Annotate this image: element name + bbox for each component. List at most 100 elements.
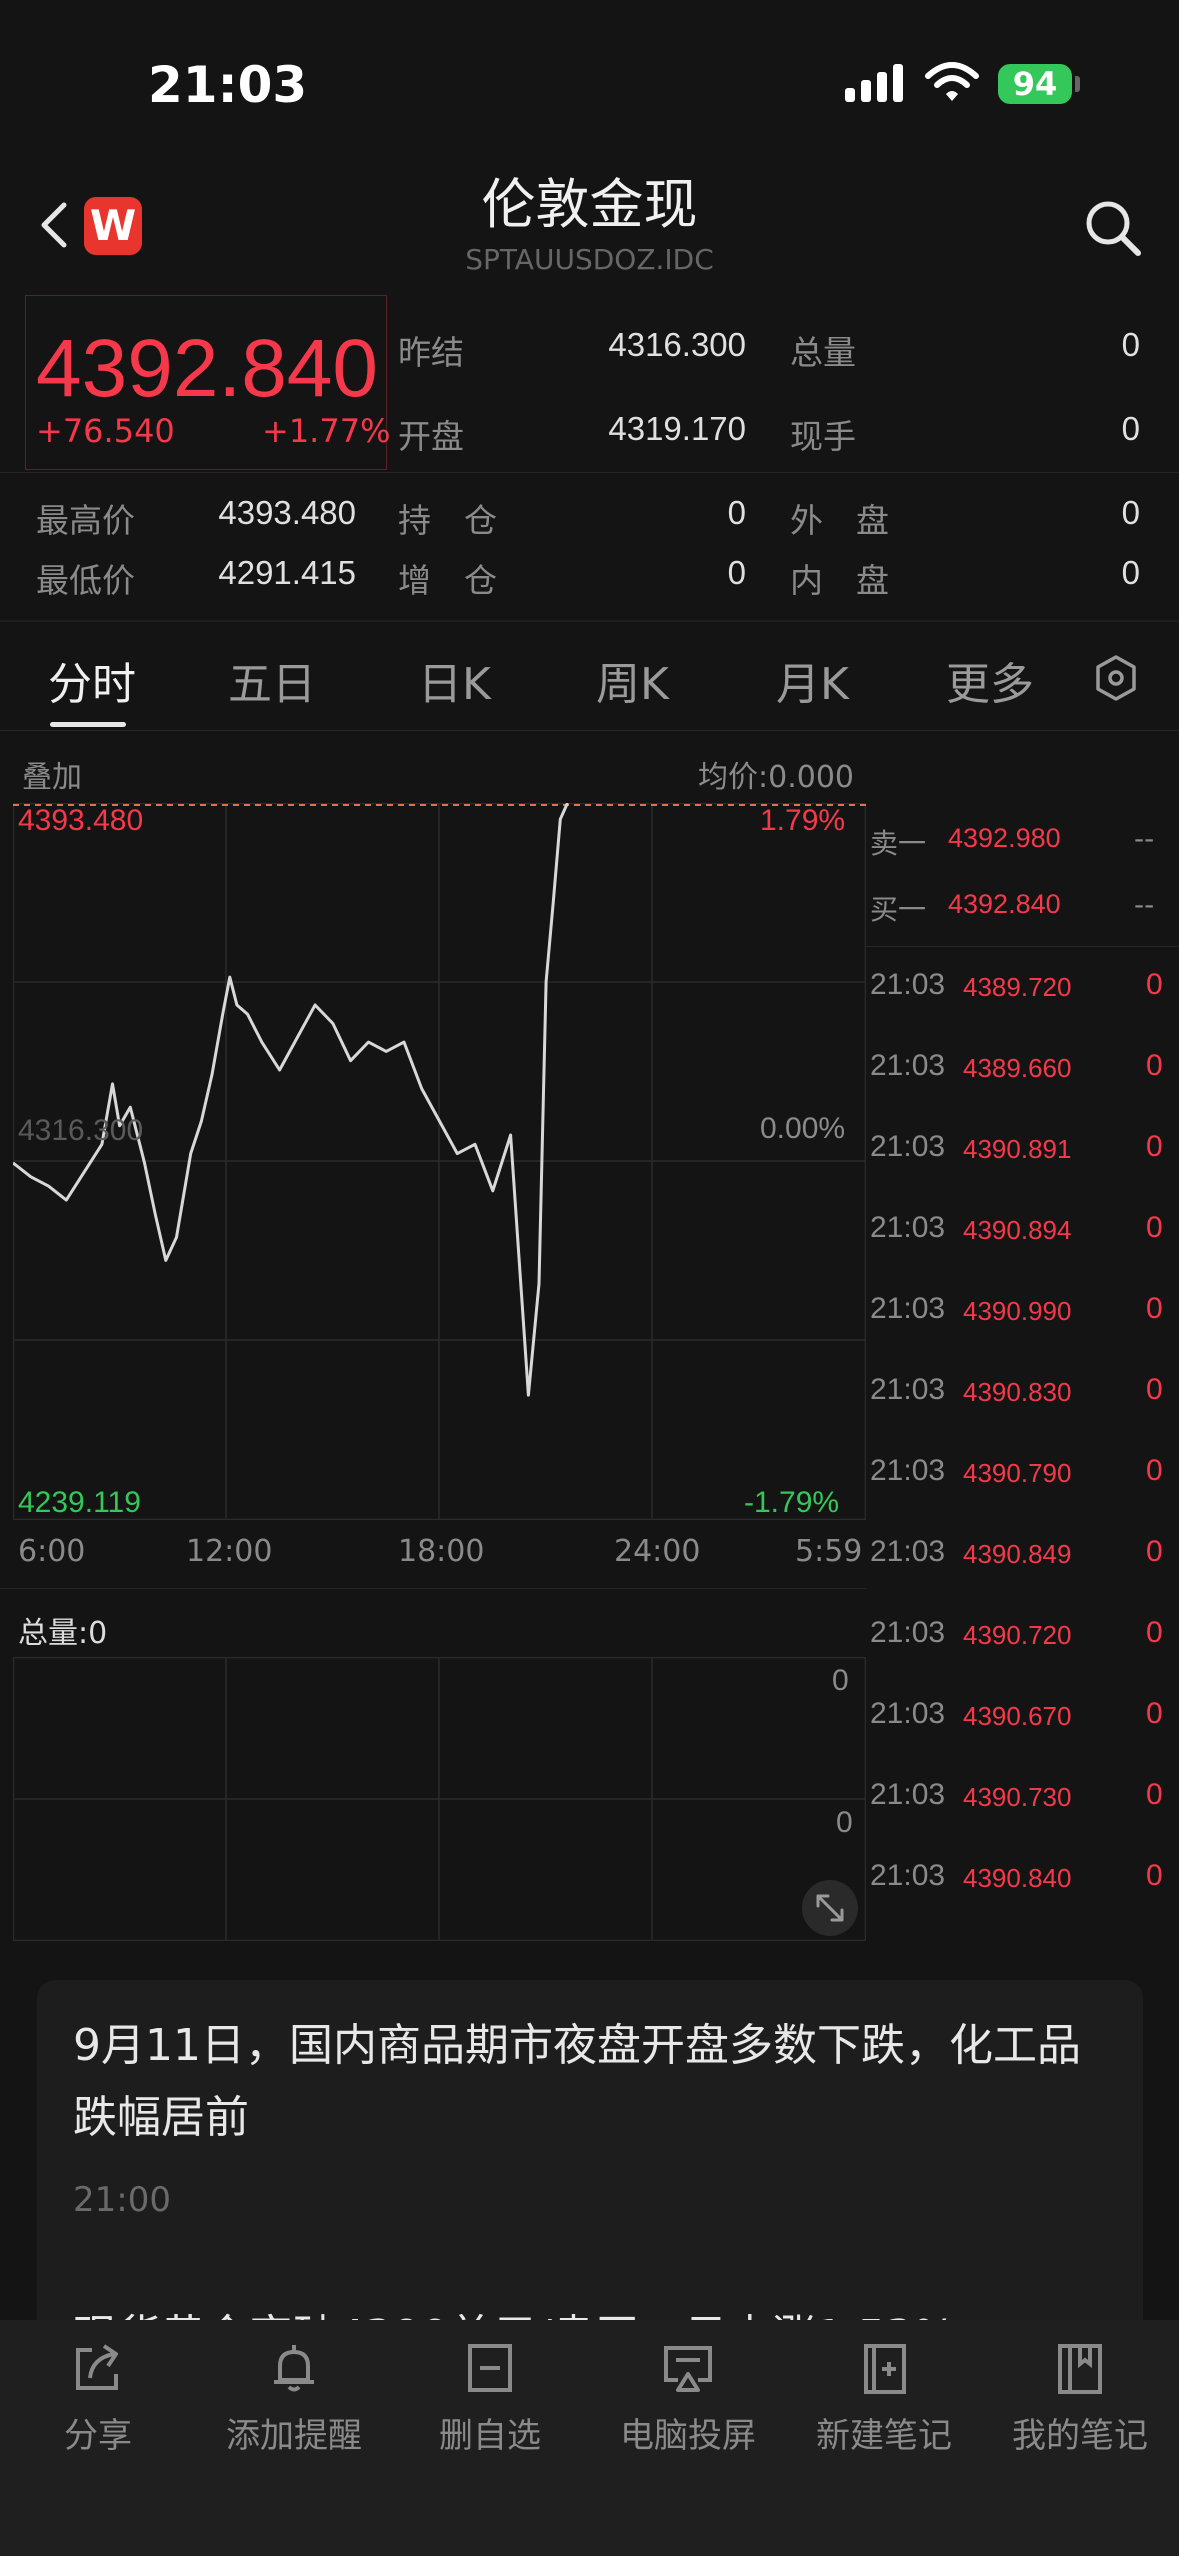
tick-volume: 0 bbox=[1146, 1697, 1163, 1730]
chart-pct-mid-label: 0.00% bbox=[760, 1112, 846, 1145]
chart-grid bbox=[13, 803, 866, 1520]
tick-price: 4390.894 bbox=[963, 1215, 1072, 1245]
stat-label-prev-settle: 昨结 bbox=[398, 333, 464, 372]
add-alert-label: 添加提醒 bbox=[226, 2416, 362, 2456]
tick-price: 4390.990 bbox=[963, 1296, 1072, 1326]
divider bbox=[0, 1588, 866, 1589]
remove-watchlist-label: 删自选 bbox=[439, 2416, 541, 2456]
stat-label-high: 最高价 bbox=[36, 501, 135, 540]
stat-value-prev-settle: 4316.300 bbox=[608, 326, 746, 363]
news-title[interactable]: 9月11日，国内商品期市夜盘开盘多数下跌，化工品跌幅居前 bbox=[73, 2010, 1113, 2154]
tick-volume: 0 bbox=[1146, 1211, 1163, 1244]
screen-cast-button[interactable]: 电脑投屏 bbox=[590, 2340, 786, 2457]
wifi-icon bbox=[925, 62, 979, 101]
chart-pct-top-label: 1.79% bbox=[760, 804, 846, 837]
bid-price: 4392.840 bbox=[948, 889, 1061, 919]
tick-volume: 0 bbox=[1146, 968, 1163, 1001]
new-note-button[interactable]: 新建笔记 bbox=[786, 2340, 982, 2457]
tick-price: 4390.830 bbox=[963, 1377, 1072, 1407]
tick-time: 21:03 bbox=[870, 1130, 946, 1163]
last-price: 4392.840 bbox=[36, 323, 379, 414]
tick-volume: 0 bbox=[1146, 1130, 1163, 1163]
tick-time: 21:03 bbox=[870, 1373, 946, 1406]
price-series-line bbox=[13, 803, 569, 1397]
stat-label-open-interest: 持 仓 bbox=[398, 501, 497, 540]
stat-label-open: 开盘 bbox=[398, 417, 464, 456]
ask-volume: -- bbox=[1134, 822, 1155, 855]
tick-price: 4389.720 bbox=[963, 972, 1072, 1002]
battery-tip bbox=[1075, 76, 1080, 92]
price-change-pct: +1.77% bbox=[262, 412, 391, 450]
stat-value-oi-change: 0 bbox=[727, 554, 746, 591]
tick-price: 4390.730 bbox=[963, 1782, 1072, 1812]
tick-price: 4390.891 bbox=[963, 1134, 1072, 1164]
tab-more[interactable]: 更多 bbox=[946, 648, 1034, 712]
tick-volume: 0 bbox=[1146, 1535, 1163, 1568]
chart-y-bottom-label: 4239.119 bbox=[18, 1486, 141, 1519]
intraday-chart bbox=[13, 803, 866, 1520]
stat-value-inner-volume: 0 bbox=[1121, 554, 1140, 591]
new-note-label: 新建笔记 bbox=[816, 2416, 952, 2456]
price-change: +76.540 bbox=[36, 412, 175, 450]
tick-time: 21:03 bbox=[870, 1292, 946, 1325]
stat-label-low: 最低价 bbox=[36, 561, 135, 600]
tick-time: 21:03 bbox=[870, 1535, 946, 1568]
screen-cast-label: 电脑投屏 bbox=[620, 2416, 756, 2456]
tick-volume: 0 bbox=[1146, 1049, 1163, 1082]
search-icon[interactable] bbox=[1080, 195, 1146, 261]
tick-volume: 0 bbox=[1146, 1778, 1163, 1811]
chart-pct-bottom-label: -1.79% bbox=[744, 1486, 840, 1519]
share-icon bbox=[76, 2344, 118, 2390]
tick-volume: 0 bbox=[1146, 1859, 1163, 1892]
stat-label-outer-volume: 外 盘 bbox=[790, 501, 889, 540]
cellular-signal-icon bbox=[845, 64, 909, 102]
expand-icon[interactable] bbox=[802, 1880, 858, 1936]
chart-y-top-label: 4393.480 bbox=[18, 804, 144, 837]
stat-label-inner-volume: 内 盘 bbox=[790, 561, 889, 600]
new-note-icon bbox=[864, 2344, 906, 2394]
volume-total-label: 总量:0 bbox=[18, 1616, 108, 1651]
tick-time: 21:03 bbox=[870, 1049, 946, 1082]
minus-box-icon bbox=[468, 2344, 512, 2392]
instrument-code: SPTAUUSDOZ.IDC bbox=[465, 243, 714, 276]
ask-price: 4392.980 bbox=[948, 823, 1061, 853]
tab-monthly-k[interactable]: 月K bbox=[776, 648, 849, 712]
stat-value-outer-volume: 0 bbox=[1121, 494, 1140, 531]
tick-volume: 0 bbox=[1146, 1616, 1163, 1649]
tab-five-day[interactable]: 五日 bbox=[228, 648, 316, 712]
settings-hexagon-icon[interactable] bbox=[1090, 652, 1142, 704]
my-notes-button[interactable]: 我的笔记 bbox=[982, 2340, 1178, 2457]
tab-intraday[interactable]: 分时 bbox=[48, 648, 136, 712]
overlay-button[interactable]: 叠加 bbox=[22, 752, 82, 796]
add-alert-button[interactable]: 添加提醒 bbox=[196, 2340, 392, 2457]
tick-volume: 0 bbox=[1146, 1454, 1163, 1487]
notebook-icon bbox=[1058, 2344, 1102, 2394]
stat-value-open-interest: 0 bbox=[727, 494, 746, 531]
battery-icon: 94 bbox=[998, 64, 1072, 104]
remove-watchlist-button[interactable]: 删自选 bbox=[392, 2340, 588, 2457]
volume-tick-top: 0 bbox=[832, 1664, 849, 1697]
stat-value-total-volume: 0 bbox=[1121, 326, 1140, 363]
share-button[interactable]: 分享 bbox=[0, 2340, 196, 2457]
x-tick: 12:00 bbox=[186, 1534, 273, 1569]
tick-time: 21:03 bbox=[870, 968, 946, 1001]
stat-label-oi-change: 增 仓 bbox=[398, 561, 497, 600]
tick-price: 4390.670 bbox=[963, 1701, 1072, 1731]
tab-daily-k[interactable]: 日K bbox=[418, 648, 491, 712]
tab-weekly-k[interactable]: 周K bbox=[596, 648, 669, 712]
average-price: 均价:0.000 bbox=[698, 760, 854, 795]
divider bbox=[0, 620, 1179, 622]
tick-volume: 0 bbox=[1146, 1373, 1163, 1406]
tick-time: 21:03 bbox=[870, 1211, 946, 1244]
tick-time: 21:03 bbox=[870, 1454, 946, 1487]
bid-label: 买一 bbox=[870, 893, 927, 926]
ask-label: 卖一 bbox=[870, 827, 927, 860]
cast-icon bbox=[664, 2346, 712, 2392]
my-notes-label: 我的笔记 bbox=[1012, 2416, 1148, 2456]
tick-time: 21:03 bbox=[870, 1697, 946, 1730]
status-time: 21:03 bbox=[148, 56, 308, 114]
news-time: 21:00 bbox=[73, 2180, 171, 2220]
tick-time: 21:03 bbox=[870, 1859, 946, 1892]
share-label: 分享 bbox=[64, 2416, 132, 2456]
volume-chart bbox=[13, 1657, 866, 1941]
